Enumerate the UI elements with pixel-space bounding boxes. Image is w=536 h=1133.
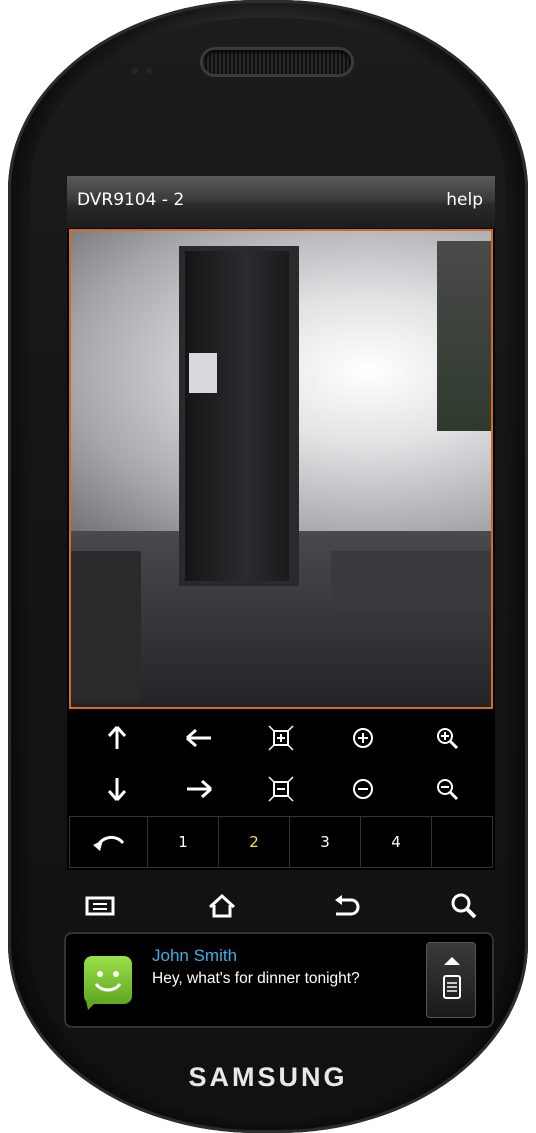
arrow-right-icon[interactable] xyxy=(169,765,229,813)
tab-channel-1[interactable]: 1 xyxy=(148,817,219,867)
arrow-down-icon[interactable] xyxy=(87,765,147,813)
zoom-fit-out-icon[interactable] xyxy=(251,765,311,813)
focus-minus-icon[interactable] xyxy=(333,765,393,813)
message-preview: Hey, what's for dinner tonight? xyxy=(152,970,360,987)
camera-feed[interactable] xyxy=(69,229,493,709)
zoom-out-icon[interactable] xyxy=(417,765,477,813)
app-title: DVR9104 - 2 xyxy=(77,190,185,210)
focus-plus-icon[interactable] xyxy=(333,714,393,762)
expand-notification-button[interactable] xyxy=(426,942,476,1018)
ptz-controls xyxy=(67,711,495,815)
proximity-sensor xyxy=(132,68,138,74)
arrow-left-icon[interactable] xyxy=(169,714,229,762)
brand-logo: SAMSUNG xyxy=(188,1062,348,1092)
menu-icon xyxy=(85,896,115,916)
help-link[interactable]: help xyxy=(446,190,483,210)
message-notification[interactable]: John Smith Hey, what's for dinner tonigh… xyxy=(66,934,492,1026)
sender-name: John Smith xyxy=(152,946,238,965)
feed-switch xyxy=(307,377,317,389)
arrow-up-icon[interactable] xyxy=(87,714,147,762)
notification-list-icon xyxy=(443,957,461,999)
menu-key[interactable] xyxy=(80,886,120,926)
back-icon xyxy=(335,895,360,916)
zoom-fit-in-icon[interactable] xyxy=(251,714,311,762)
back-tab[interactable] xyxy=(70,817,148,867)
tab-channel-2[interactable]: 2 xyxy=(219,817,290,867)
zoom-in-icon[interactable] xyxy=(417,714,477,762)
feed-notice xyxy=(189,353,217,393)
earpiece-speaker xyxy=(203,50,351,74)
feed-box xyxy=(331,551,491,611)
message-smiley-icon xyxy=(84,956,132,1010)
search-icon xyxy=(451,893,477,919)
title-bar: DVR9104 - 2 help xyxy=(67,176,495,228)
light-sensor xyxy=(146,68,152,74)
feed-window xyxy=(437,241,491,431)
feed-cabinet xyxy=(71,551,141,701)
undo-icon xyxy=(92,836,124,851)
search-key[interactable] xyxy=(444,886,484,926)
home-key[interactable] xyxy=(202,886,242,926)
tab-channel-4[interactable]: 4 xyxy=(361,817,432,867)
tab-empty xyxy=(432,817,494,867)
phone-screen: DVR9104 - 2 help 1 2 3 4 xyxy=(67,176,495,870)
feed-door xyxy=(185,251,289,581)
home-icon xyxy=(208,893,236,918)
tab-channel-3[interactable]: 3 xyxy=(290,817,361,867)
channel-tabs: 1 2 3 4 xyxy=(69,816,493,868)
back-key[interactable] xyxy=(326,886,366,926)
